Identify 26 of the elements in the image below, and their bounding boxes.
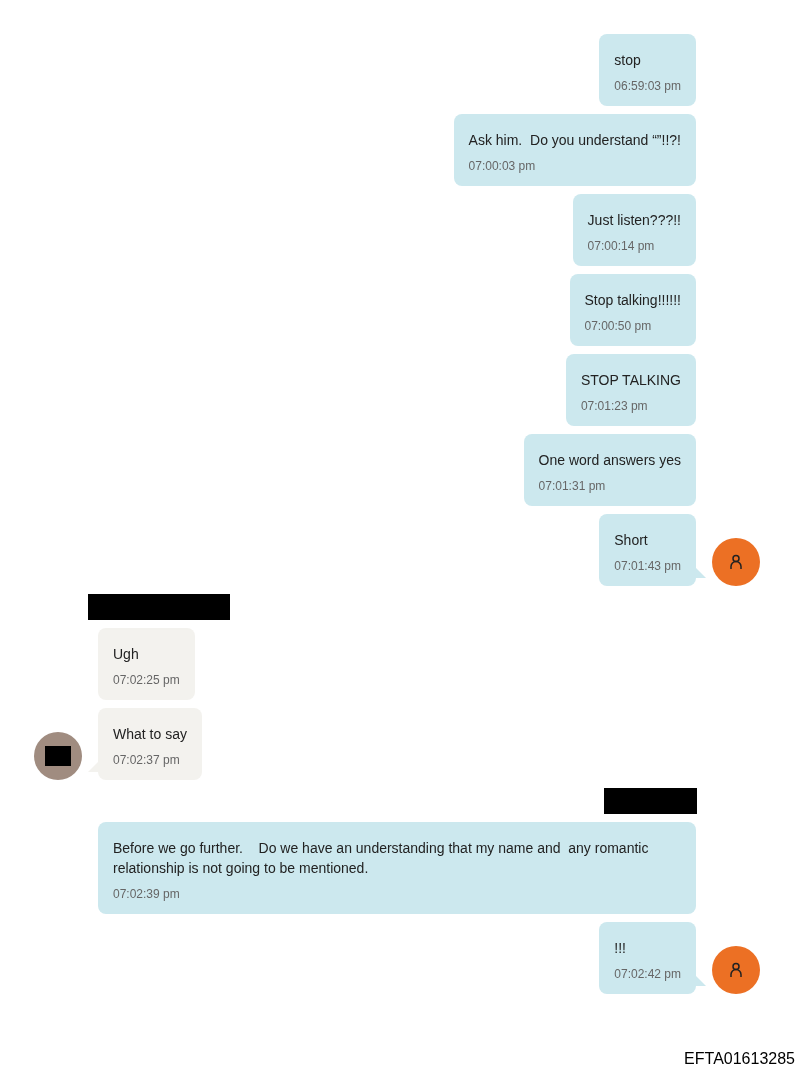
message-text: Ask him. Do you understand “”!!?!	[468, 131, 681, 150]
redaction-bar	[45, 746, 71, 766]
message-time: 07:00:03 pm	[468, 158, 537, 174]
message-time: 07:00:50 pm	[584, 318, 653, 334]
message-time: 07:02:37 pm	[113, 752, 181, 768]
message-text: What to say	[113, 725, 187, 744]
message-time: 07:02:39 pm	[113, 886, 181, 902]
message-time: 07:01:31 pm	[538, 478, 607, 494]
message-text: Before we go further. Do we have an understanding that my name and any romantic relationship is not going to be mentioned.	[113, 839, 650, 878]
message-text: stop	[614, 51, 642, 70]
person-icon	[729, 962, 743, 978]
message-text: Stop talking!!!!!!	[584, 291, 681, 310]
message-time: 07:01:43 pm	[614, 558, 681, 574]
message-time: 07:02:42 pm	[614, 966, 681, 982]
message-text: STOP TALKING	[580, 371, 681, 390]
message-time: 07:01:23 pm	[580, 398, 649, 414]
message-text: Ugh	[113, 645, 140, 664]
message-text: !!!	[614, 939, 627, 958]
message-time: 06:59:03 pm	[614, 78, 681, 94]
message-text: One word answers yes	[538, 451, 681, 470]
message-time: 07:02:25 pm	[113, 672, 180, 688]
person-icon	[729, 554, 743, 570]
message-text: Short	[614, 531, 649, 550]
document-id: EFTA01613285	[684, 1050, 795, 1067]
message-text: Just listen???!!	[587, 211, 681, 230]
message-time: 07:00:14 pm	[587, 238, 656, 254]
